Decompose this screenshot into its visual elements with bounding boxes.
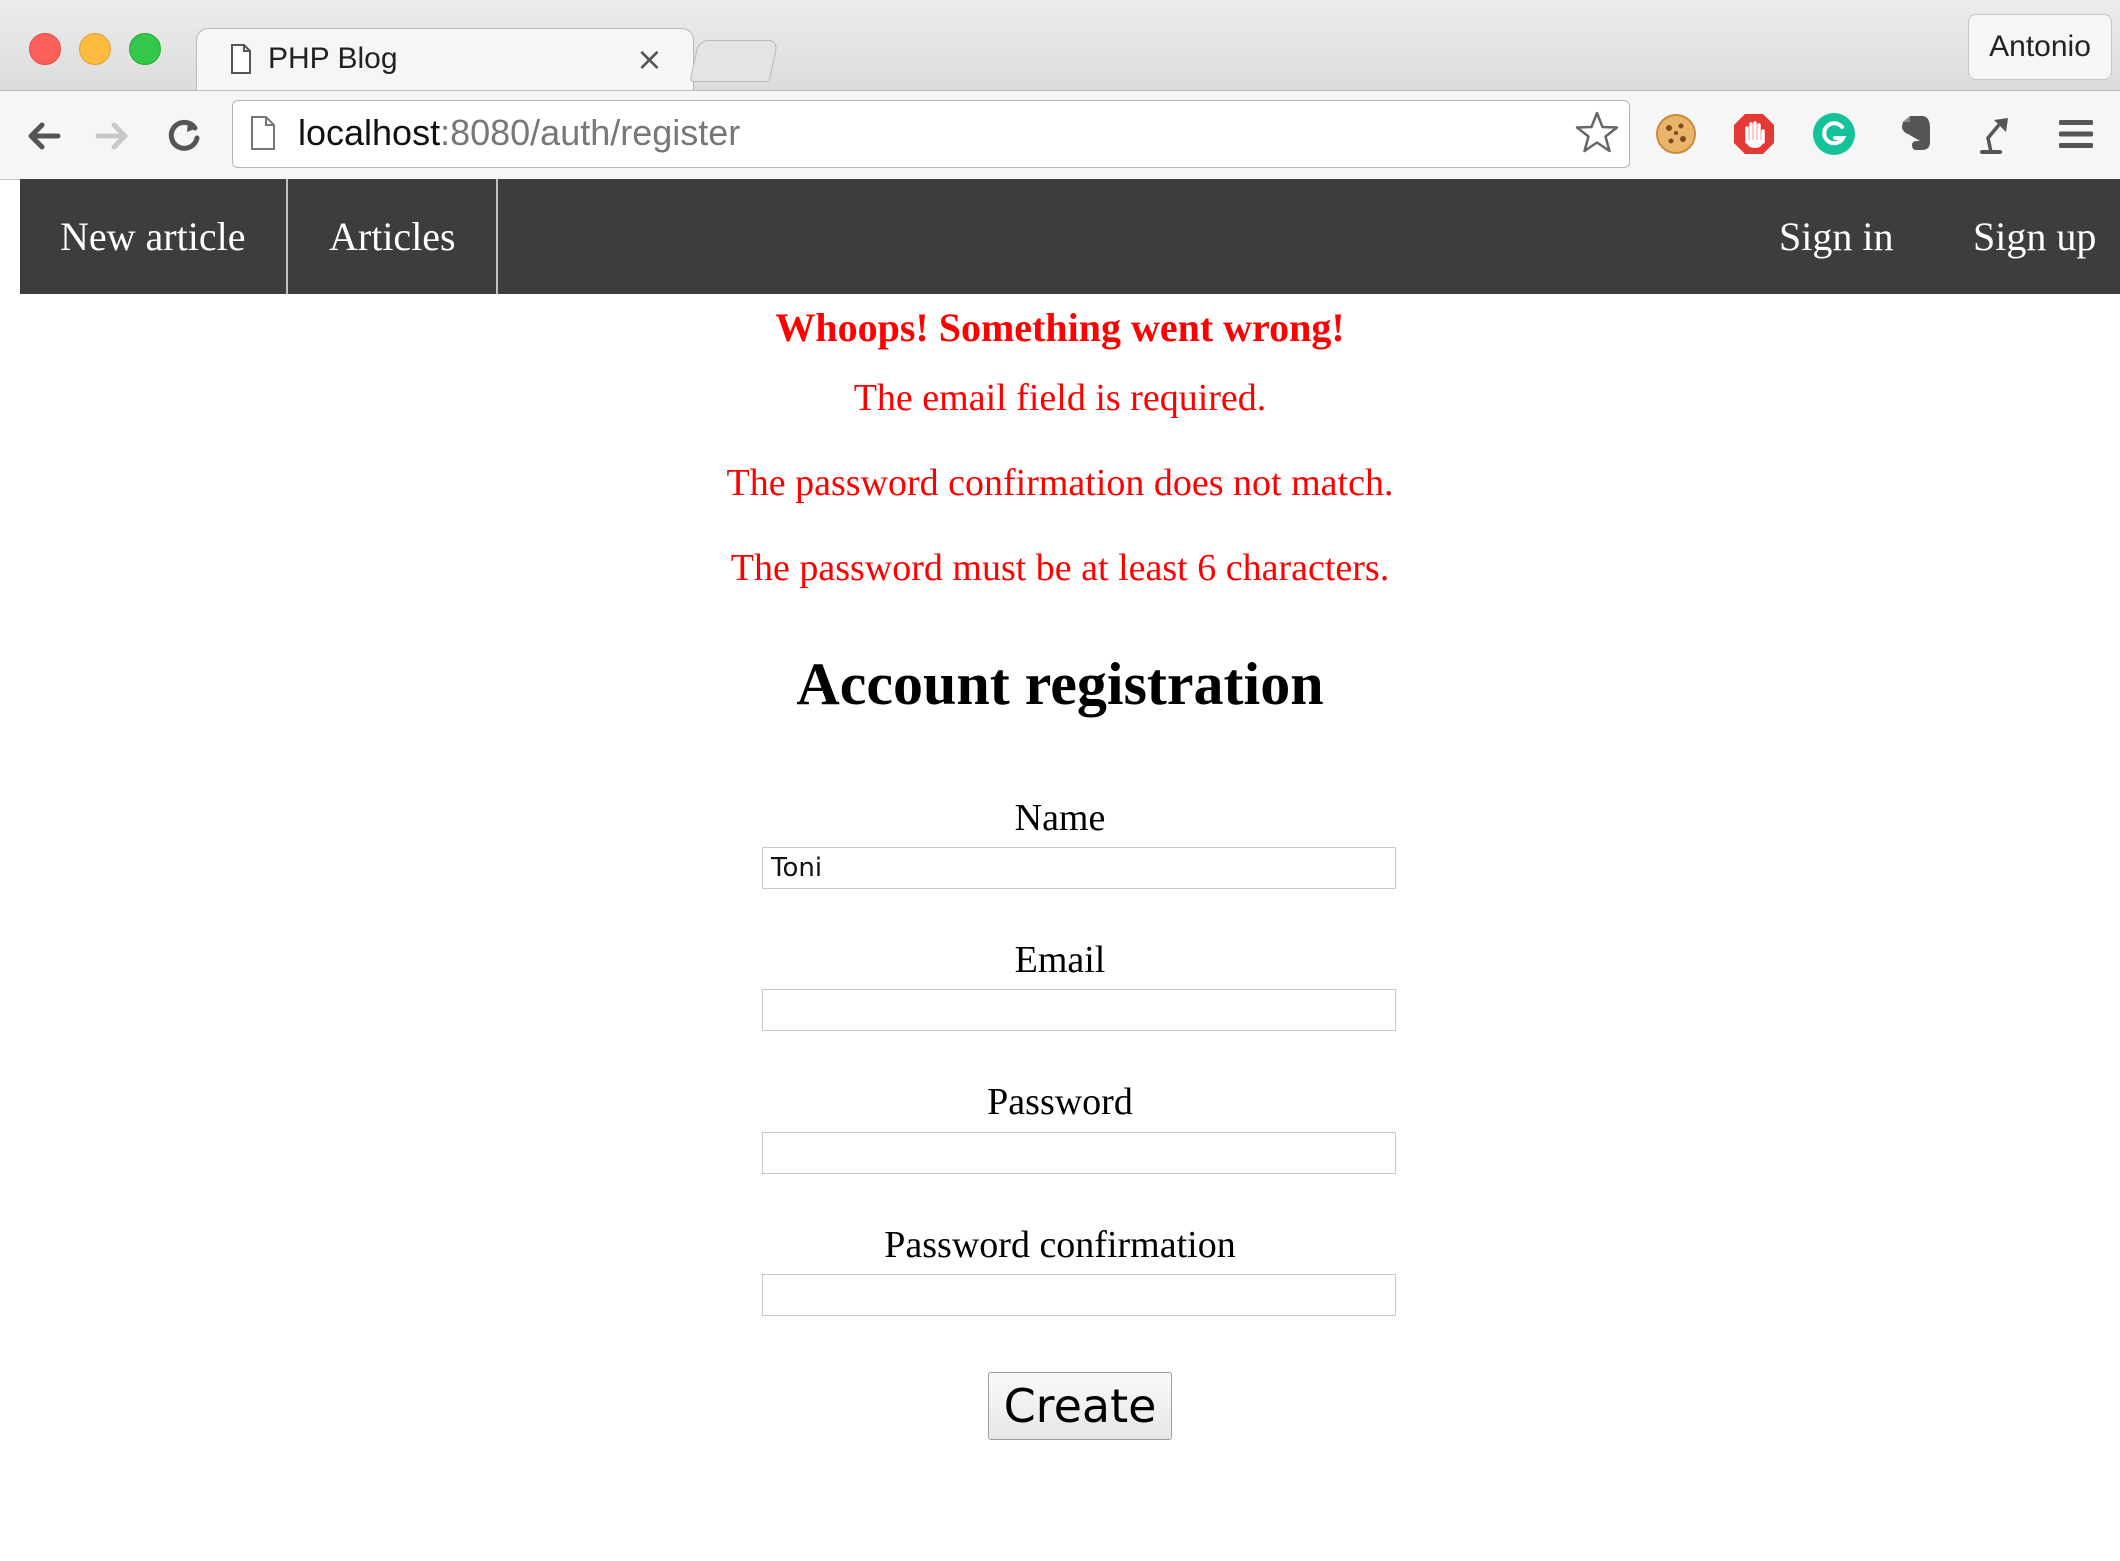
- back-arrow-icon[interactable]: [22, 114, 66, 158]
- name-label: Name: [1014, 797, 1106, 839]
- nav-divider: [496, 179, 498, 294]
- error-message: The password must be at least 6 characte…: [730, 547, 1390, 589]
- tab-close-icon[interactable]: ×: [636, 40, 663, 78]
- grammarly-icon[interactable]: [1812, 112, 1856, 156]
- nav-link-sign-up[interactable]: Sign up: [1973, 179, 2096, 294]
- evernote-icon[interactable]: [1894, 112, 1938, 156]
- url-host: localhost: [298, 112, 441, 153]
- password-input[interactable]: [762, 1132, 1396, 1174]
- url-path: :8080/auth/register: [440, 112, 741, 153]
- error-message: The email field is required.: [853, 377, 1267, 419]
- document-icon: [231, 44, 251, 74]
- new-tab-button[interactable]: [689, 40, 779, 82]
- password-confirmation-label: Password confirmation: [884, 1224, 1236, 1266]
- error-message: The password confirmation does not match…: [726, 462, 1394, 504]
- password-label: Password: [987, 1081, 1133, 1123]
- tab-title: PHP Blog: [268, 42, 398, 75]
- page-icon: [251, 116, 275, 150]
- lamp-icon[interactable]: [1972, 112, 2016, 156]
- email-input[interactable]: [762, 989, 1396, 1031]
- menu-icon[interactable]: [2054, 112, 2098, 156]
- reload-icon[interactable]: [162, 114, 206, 158]
- adblock-hand-icon[interactable]: [1732, 112, 1776, 156]
- password-confirmation-input[interactable]: [762, 1274, 1396, 1316]
- site-nav-bar: New article Articles Sign in Sign up: [20, 179, 2120, 294]
- profile-button[interactable]: Antonio: [1968, 14, 2112, 80]
- close-window-button[interactable]: [29, 33, 61, 65]
- error-list: Whoops! Something went wrong! The email …: [0, 300, 2120, 611]
- email-label: Email: [1014, 939, 1106, 981]
- nav-divider: [286, 179, 288, 294]
- nav-link-sign-in[interactable]: Sign in: [1779, 179, 1893, 294]
- page-title: Account registration: [796, 651, 1324, 717]
- name-input[interactable]: [762, 847, 1396, 889]
- cookie-icon[interactable]: [1654, 112, 1698, 156]
- nav-link-articles[interactable]: Articles: [329, 179, 456, 294]
- minimize-window-button[interactable]: [79, 33, 111, 65]
- nav-link-new-article[interactable]: New article: [60, 179, 245, 294]
- forward-arrow-icon[interactable]: [90, 114, 134, 158]
- url-text[interactable]: localhost:8080/auth/register: [298, 112, 740, 154]
- create-button[interactable]: Create: [988, 1372, 1172, 1440]
- zoom-window-button[interactable]: [129, 33, 161, 65]
- error-heading: Whoops! Something went wrong!: [775, 305, 1345, 350]
- bookmark-star-icon[interactable]: [1574, 110, 1620, 156]
